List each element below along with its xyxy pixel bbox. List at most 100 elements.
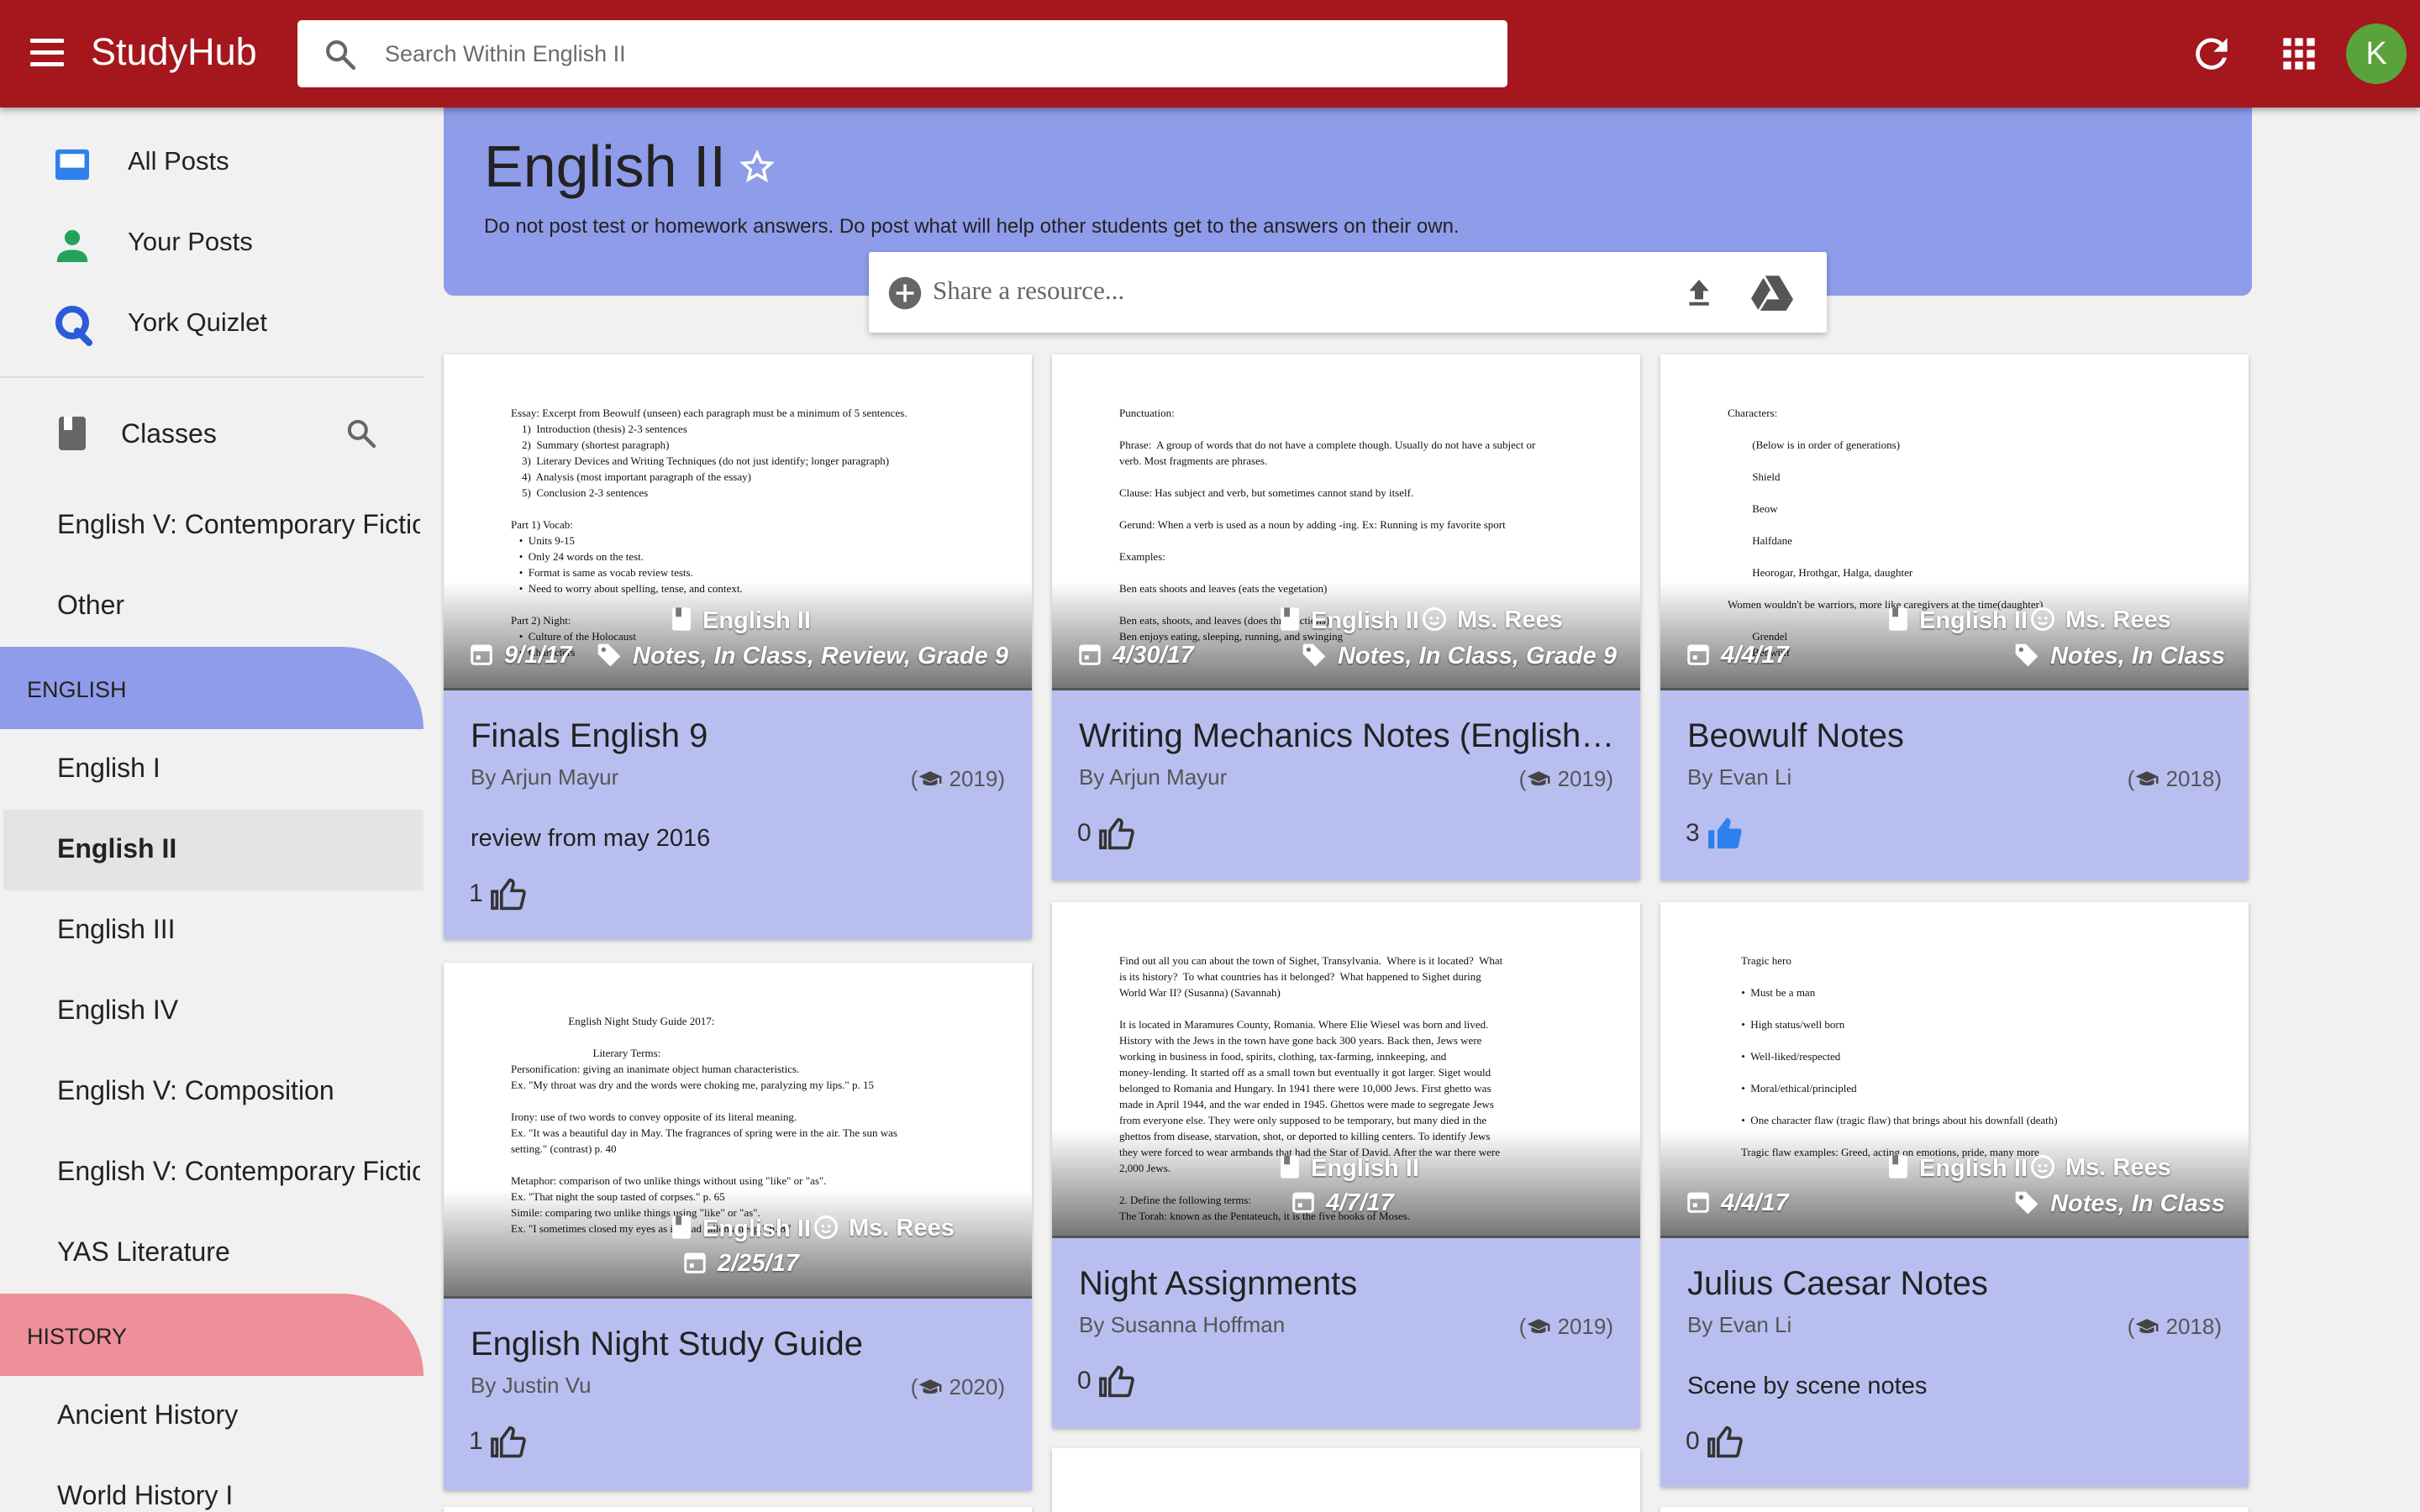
class-description: Do not post test or homework answers. Do… [484, 215, 1460, 238]
class-label: English IV [57, 995, 179, 1025]
sidebar-class-item[interactable]: Other [0, 566, 420, 647]
sidebar-class-item[interactable]: Ancient History [0, 1376, 420, 1457]
refresh-icon[interactable] [2188, 30, 2235, 77]
hamburger-menu-icon[interactable] [30, 39, 64, 69]
thumb-up-icon[interactable] [1098, 1364, 1135, 1398]
calendar-icon [1292, 1192, 1314, 1213]
thumb-up-icon[interactable] [1098, 816, 1135, 850]
post-class-year: ( 2019) [1518, 766, 1613, 791]
post-card[interactable]: Punctuation: Phrase: A group of words th… [1052, 354, 1640, 880]
class-label: English III [57, 914, 176, 944]
post-card[interactable]: Tragic hero • Must be a man • High statu… [1660, 902, 2249, 1487]
book-icon [672, 1215, 691, 1239]
google-drive-icon[interactable] [1751, 274, 1793, 311]
thumb-up-icon[interactable] [1707, 816, 1744, 850]
teacher-face-icon [2031, 1155, 2054, 1179]
class-label: YAS Literature [57, 1236, 230, 1267]
post-class-year: ( 2019) [910, 766, 1005, 791]
post-title[interactable]: Night Assignments [1079, 1265, 1617, 1303]
post-card[interactable]: Essay: Excerpt from Beowulf (unseen) eac… [444, 354, 1032, 939]
post-card[interactable]: Find out all you can about the town of S… [1052, 902, 1640, 1428]
sidebar-class-item[interactable]: English V: Contemporary Fiction [0, 486, 420, 566]
sidebar-class-item[interactable]: World History I [0, 1457, 420, 1512]
post-card-partial[interactable] [444, 1507, 1032, 1512]
add-circle-icon[interactable] [887, 276, 923, 311]
post-title[interactable]: Beowulf Notes [1687, 717, 2225, 755]
sidebar-item-your-posts[interactable]: Your Posts [0, 203, 424, 284]
like-control[interactable]: 1 [469, 877, 527, 911]
like-control[interactable]: 3 [1686, 816, 1744, 850]
search-classes-icon[interactable] [345, 417, 378, 450]
thumb-up-icon[interactable] [1707, 1425, 1744, 1458]
document-thumbnail[interactable]: English Night Study Guide 2017: Literary… [444, 963, 1032, 1299]
post-date: 4/30/17 [1077, 642, 1194, 669]
post-teacher: Ms. Rees [813, 1215, 955, 1242]
sidebar-class-item[interactable]: English III [0, 890, 420, 971]
category-header-english[interactable]: ENGLISH [0, 647, 424, 729]
post-card[interactable]: Characters: (Below is in order of genera… [1660, 354, 2249, 880]
post-card[interactable]: English Night Study Guide 2017: Literary… [444, 963, 1032, 1490]
post-author[interactable]: By Arjun Mayur [471, 764, 618, 790]
post-title[interactable]: English Night Study Guide [471, 1326, 1008, 1363]
post-author[interactable]: By Susanna Hoffman [1079, 1312, 1285, 1338]
post-author[interactable]: By Justin Vu [471, 1373, 592, 1399]
class-label: English II [57, 833, 177, 864]
post-author[interactable]: By Evan Li [1687, 764, 1791, 790]
post-card-partial[interactable] [1052, 1448, 1640, 1512]
sidebar-divider [0, 376, 424, 378]
share-resource-bar[interactable]: Share a resource... [869, 252, 1827, 333]
sidebar-item-york-quizlet[interactable]: York Quizlet [0, 284, 424, 365]
post-class: English II [1887, 606, 2028, 635]
post-description: Scene by scene notes [1687, 1373, 1928, 1399]
document-thumbnail[interactable]: Characters: (Below is in order of genera… [1660, 354, 2249, 690]
like-count: 0 [1077, 1367, 1092, 1394]
document-thumbnail[interactable]: Find out all you can about the town of S… [1052, 902, 1640, 1238]
calendar-icon [684, 1252, 706, 1273]
sidebar-class-item[interactable]: English I [0, 729, 420, 810]
favorite-star-icon[interactable] [739, 150, 775, 185]
tag-icon [2015, 643, 2039, 667]
upload-icon[interactable] [1682, 276, 1716, 309]
like-control[interactable]: 0 [1077, 816, 1135, 850]
post-author[interactable]: By Evan Li [1687, 1312, 1791, 1338]
category-header-history[interactable]: HISTORY [0, 1294, 424, 1376]
class-label: World History I [57, 1480, 234, 1510]
teacher-face-icon [2031, 607, 2054, 631]
sidebar-item-label: Your Posts [128, 227, 253, 256]
post-teacher: Ms. Rees [2030, 1154, 2171, 1182]
thumb-up-icon[interactable] [490, 1425, 527, 1458]
sidebar-class-item-active[interactable]: English II [3, 810, 424, 890]
like-count: 0 [1077, 819, 1092, 847]
sidebar-class-item[interactable]: YAS Literature [0, 1213, 420, 1294]
apps-grid-icon[interactable] [2275, 30, 2323, 77]
document-thumbnail[interactable]: Essay: Excerpt from Beowulf (unseen) eac… [444, 354, 1032, 690]
post-title[interactable]: Julius Caesar Notes [1687, 1265, 2225, 1303]
post-title[interactable]: Finals English 9 [471, 717, 1008, 755]
thumbnail-overlay [1660, 581, 2249, 688]
post-card-partial[interactable] [1660, 1507, 2249, 1512]
post-description: review from may 2016 [471, 825, 711, 852]
app-title[interactable]: StudyHub [91, 30, 257, 74]
like-control[interactable]: 1 [469, 1425, 527, 1458]
graduation-cap-icon [1527, 1319, 1550, 1334]
search-box[interactable] [297, 20, 1507, 87]
sidebar-class-item[interactable]: English IV [0, 971, 420, 1052]
post-author[interactable]: By Arjun Mayur [1079, 764, 1227, 790]
thumb-up-icon[interactable] [490, 877, 527, 911]
like-control[interactable]: 0 [1077, 1364, 1135, 1398]
document-thumbnail[interactable]: Punctuation: Phrase: A group of words th… [1052, 354, 1640, 690]
post-title[interactable]: Writing Mechanics Notes (English 9) [1079, 717, 1617, 755]
post-class-year: ( 2018) [2127, 766, 2222, 791]
sidebar-item-all-posts[interactable]: All Posts [0, 123, 424, 203]
sidebar-class-item[interactable]: English V: Composition [0, 1052, 420, 1132]
thumbnail-overlay [1052, 1129, 1640, 1236]
sidebar-class-item[interactable]: English V: Contemporary Fiction [0, 1132, 420, 1213]
user-avatar[interactable]: K [2346, 24, 2407, 84]
search-input[interactable] [385, 35, 1477, 72]
class-label: English I [57, 753, 160, 783]
graduation-cap-icon [2135, 1319, 2159, 1334]
book-icon [1281, 1155, 1299, 1179]
like-control[interactable]: 0 [1686, 1425, 1744, 1458]
graduation-cap-icon [918, 771, 942, 786]
document-thumbnail[interactable]: Tragic hero • Must be a man • High statu… [1660, 902, 2249, 1238]
